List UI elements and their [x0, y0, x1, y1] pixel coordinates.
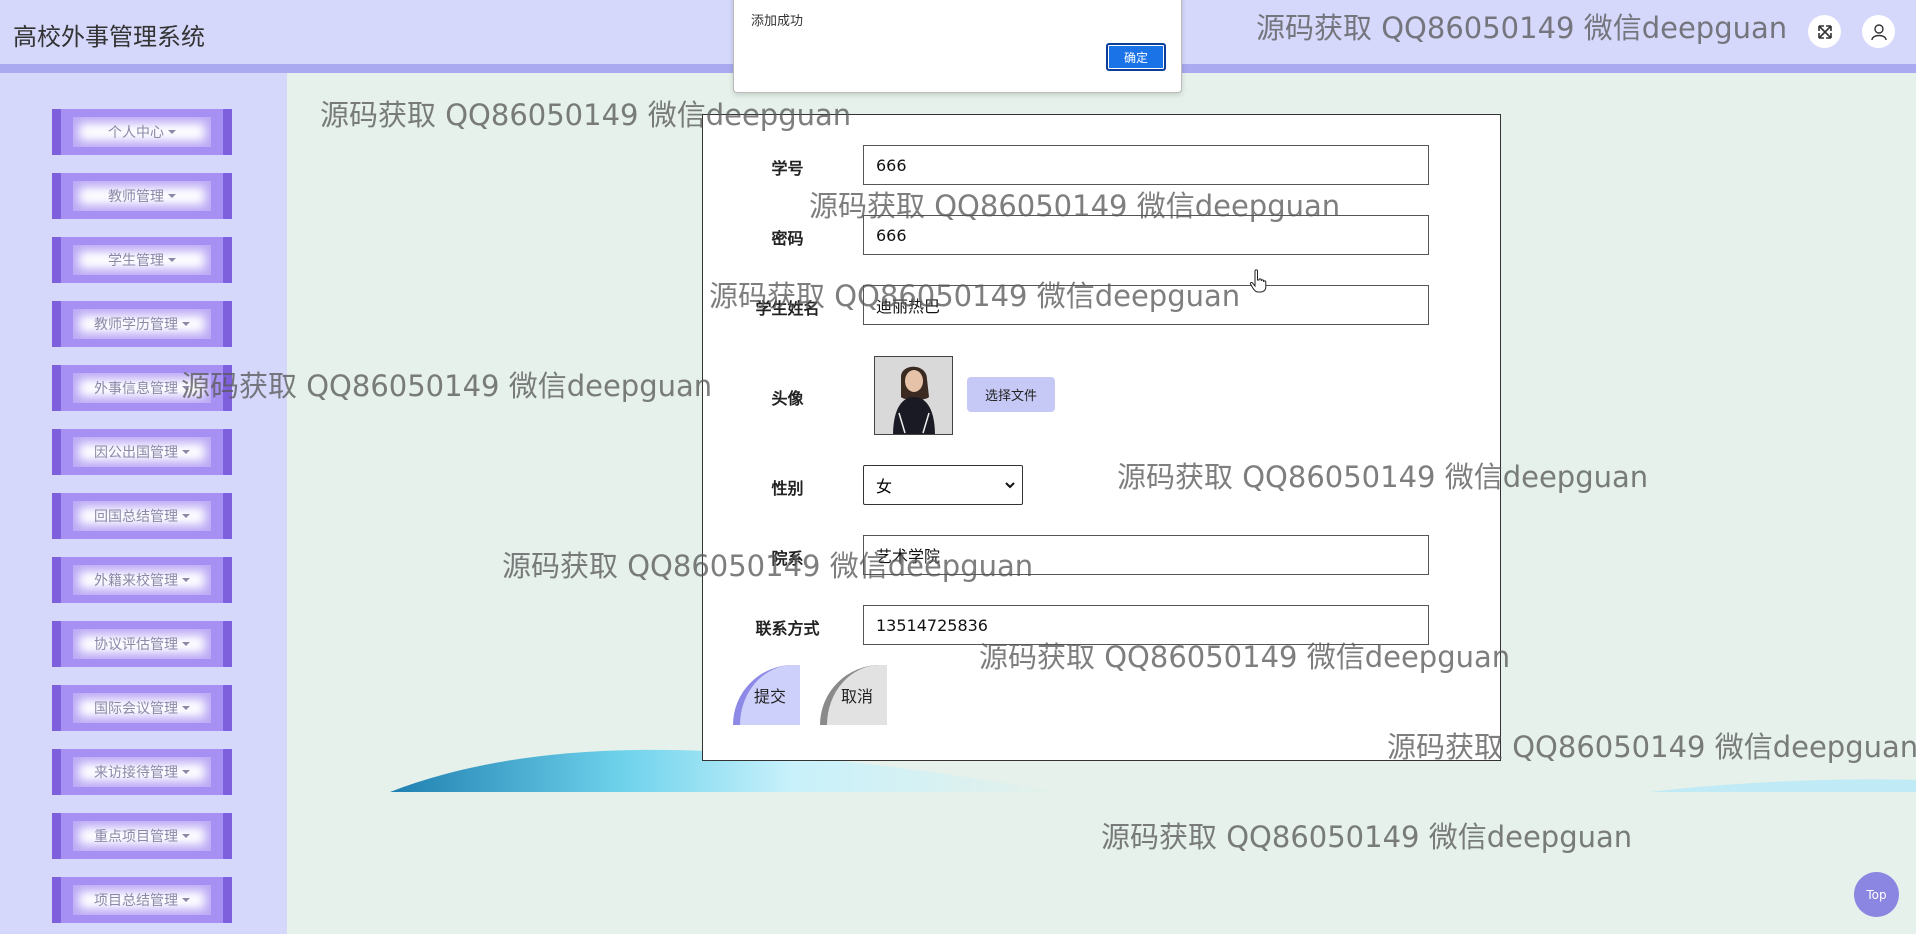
caret-down-icon	[182, 322, 190, 326]
sidebar-item-return-summary[interactable]: 回国总结管理	[52, 493, 232, 539]
back-to-top-button[interactable]: Top	[1854, 872, 1899, 917]
gender-label: 性别	[771, 479, 804, 498]
gender-select[interactable]: 女	[863, 465, 1023, 505]
sidebar-item-personal-center[interactable]: 个人中心	[52, 109, 232, 155]
caret-down-icon	[182, 706, 190, 710]
sidebar-item-project-summary[interactable]: 项目总结管理	[52, 877, 232, 923]
cancel-button[interactable]: 取消	[820, 665, 887, 725]
student-no-label: 学号	[771, 159, 804, 178]
caret-down-icon	[168, 130, 176, 134]
caret-down-icon	[168, 194, 176, 198]
hand-cursor-icon	[1249, 269, 1267, 293]
student-name-label: 学生姓名	[755, 299, 820, 318]
student-no-input[interactable]: 666	[863, 145, 1429, 185]
sidebar: 个人中心 教师管理 学生管理 教师学历管理 外事信息管理 因公出国管理 回国总结…	[0, 73, 287, 934]
alert-dialog: 添加成功 确定	[733, 0, 1182, 93]
sidebar-item-official-abroad[interactable]: 因公出国管理	[52, 429, 232, 475]
sidebar-item-foreign-visitors[interactable]: 外籍来校管理	[52, 557, 232, 603]
contact-input[interactable]: 13514725836	[863, 605, 1429, 645]
caret-down-icon	[182, 898, 190, 902]
sidebar-item-label: 因公出国管理	[94, 445, 178, 461]
caret-down-icon	[182, 642, 190, 646]
sidebar-item-label: 教师管理	[108, 189, 164, 205]
watermark-text: 源码获取 QQ86050149 微信deepguan	[1101, 820, 1633, 854]
department-input[interactable]: 艺术学院	[863, 535, 1429, 575]
sidebar-item-reception[interactable]: 来访接待管理	[52, 749, 232, 795]
submit-button[interactable]: 提交	[733, 665, 800, 725]
sidebar-item-label: 协议评估管理	[94, 637, 178, 653]
sidebar-item-teacher[interactable]: 教师管理	[52, 173, 232, 219]
contact-label: 联系方式	[755, 619, 820, 638]
sidebar-item-student[interactable]: 学生管理	[52, 237, 232, 283]
password-input[interactable]: 666	[863, 215, 1429, 255]
sidebar-item-label: 个人中心	[108, 125, 164, 141]
choose-file-button[interactable]: 选择文件	[967, 377, 1055, 412]
sidebar-item-label: 外籍来校管理	[94, 573, 178, 589]
sidebar-item-label: 国际会议管理	[94, 701, 178, 717]
sidebar-item-agreement-eval[interactable]: 协议评估管理	[52, 621, 232, 667]
caret-down-icon	[168, 258, 176, 262]
sidebar-item-label: 回国总结管理	[94, 509, 178, 525]
app-title: 高校外事管理系统	[13, 23, 205, 51]
chevron-down-icon	[1005, 482, 1015, 489]
gender-selected-value: 女	[876, 477, 893, 496]
sidebar-item-teacher-education[interactable]: 教师学历管理	[52, 301, 232, 347]
department-label: 院系	[771, 549, 804, 568]
caret-down-icon	[182, 578, 190, 582]
avatar-label: 头像	[771, 389, 804, 408]
sidebar-item-intl-conference[interactable]: 国际会议管理	[52, 685, 232, 731]
caret-down-icon	[182, 834, 190, 838]
user-icon[interactable]	[1862, 15, 1895, 48]
caret-down-icon	[182, 514, 190, 518]
student-form: 学号 666 密码 666 学生姓名 迪丽热巴 头像 选择文件 性别 女 院系 …	[702, 114, 1501, 761]
alert-message: 添加成功	[751, 14, 804, 29]
caret-down-icon	[182, 770, 190, 774]
password-label: 密码	[771, 229, 804, 248]
caret-down-icon	[182, 450, 190, 454]
sidebar-item-label: 来访接待管理	[94, 765, 178, 781]
sidebar-item-foreign-affairs[interactable]: 外事信息管理	[52, 365, 232, 411]
fullscreen-icon[interactable]	[1808, 15, 1841, 48]
sidebar-item-key-projects[interactable]: 重点项目管理	[52, 813, 232, 859]
sidebar-item-label: 外事信息管理	[94, 381, 178, 397]
avatar-image	[874, 356, 953, 435]
sidebar-item-label: 重点项目管理	[94, 829, 178, 845]
sidebar-item-label: 学生管理	[108, 253, 164, 269]
student-name-input[interactable]: 迪丽热巴	[863, 285, 1429, 325]
caret-down-icon	[182, 386, 190, 390]
sidebar-item-label: 教师学历管理	[94, 317, 178, 333]
sidebar-item-label: 项目总结管理	[94, 893, 178, 909]
alert-ok-button[interactable]: 确定	[1106, 43, 1166, 71]
